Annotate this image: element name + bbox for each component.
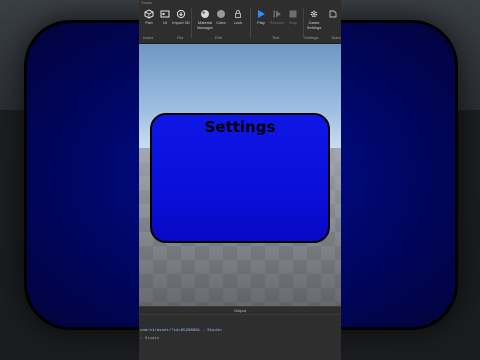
cube-icon [144, 9, 154, 19]
ui-icon [160, 9, 170, 19]
output-header: Output [139, 307, 341, 315]
import-icon [176, 9, 186, 19]
lock-label: Lock [233, 20, 243, 25]
output-line[interactable]: com/v1/asset/?id=85288881 - Studio [139, 327, 341, 335]
color-icon [216, 9, 226, 19]
import3d-label: Import 3D [172, 20, 190, 25]
group-label-test: Test [272, 35, 280, 40]
resume-icon [272, 9, 282, 19]
import3d-tool-button[interactable]: Import 3D [172, 9, 190, 25]
play-label: Play [257, 20, 265, 25]
stop-icon [288, 9, 298, 19]
stop-label: Stop [288, 20, 298, 25]
part-tool-button[interactable]: Part [141, 9, 157, 25]
group-label-team: Team [331, 35, 341, 40]
stop-button[interactable]: Stop [285, 9, 301, 25]
group-label-insert: Insert [143, 35, 154, 40]
ribbon-divider [191, 8, 192, 38]
play-icon [256, 9, 266, 19]
lock-tool-button[interactable]: Lock [230, 9, 246, 25]
game-settings-label: Game Settings [306, 20, 322, 30]
team-tool-button[interactable] [325, 9, 341, 19]
3d-viewport[interactable]: Settings [139, 44, 341, 306]
ui-label: UI [163, 20, 167, 25]
output-panel: Output com/v1/asset/?id=85288881 - Studi… [139, 306, 341, 360]
gear-icon [309, 9, 319, 19]
group-label-file: File [177, 35, 184, 40]
group-label-settings: Settings [304, 35, 319, 40]
settings-gui-title: Settings [204, 118, 276, 136]
resume-button[interactable]: Resume [269, 9, 285, 25]
play-button[interactable]: Play [253, 9, 269, 25]
studio-video-frame: Studio Part UI Import 3D Material Manage… [139, 0, 341, 360]
team-icon [328, 9, 338, 19]
lock-icon [233, 9, 243, 19]
studio-ribbon: Studio Part UI Import 3D Material Manage… [139, 0, 341, 44]
group-label-edit: Edit [215, 35, 222, 40]
ui-tool-button[interactable]: UI [157, 9, 173, 25]
color-label: Color [216, 20, 226, 25]
resume-label: Resume [269, 20, 285, 25]
game-settings-button[interactable]: Game Settings [304, 9, 324, 30]
window-title: Studio [141, 0, 153, 5]
settings-gui-frame[interactable]: Settings [150, 113, 330, 243]
output-line: › Studio [140, 337, 160, 341]
material-icon [200, 9, 210, 19]
color-tool-button[interactable]: Color [213, 9, 229, 25]
part-label: Part [145, 20, 153, 25]
ribbon-divider [250, 8, 251, 38]
